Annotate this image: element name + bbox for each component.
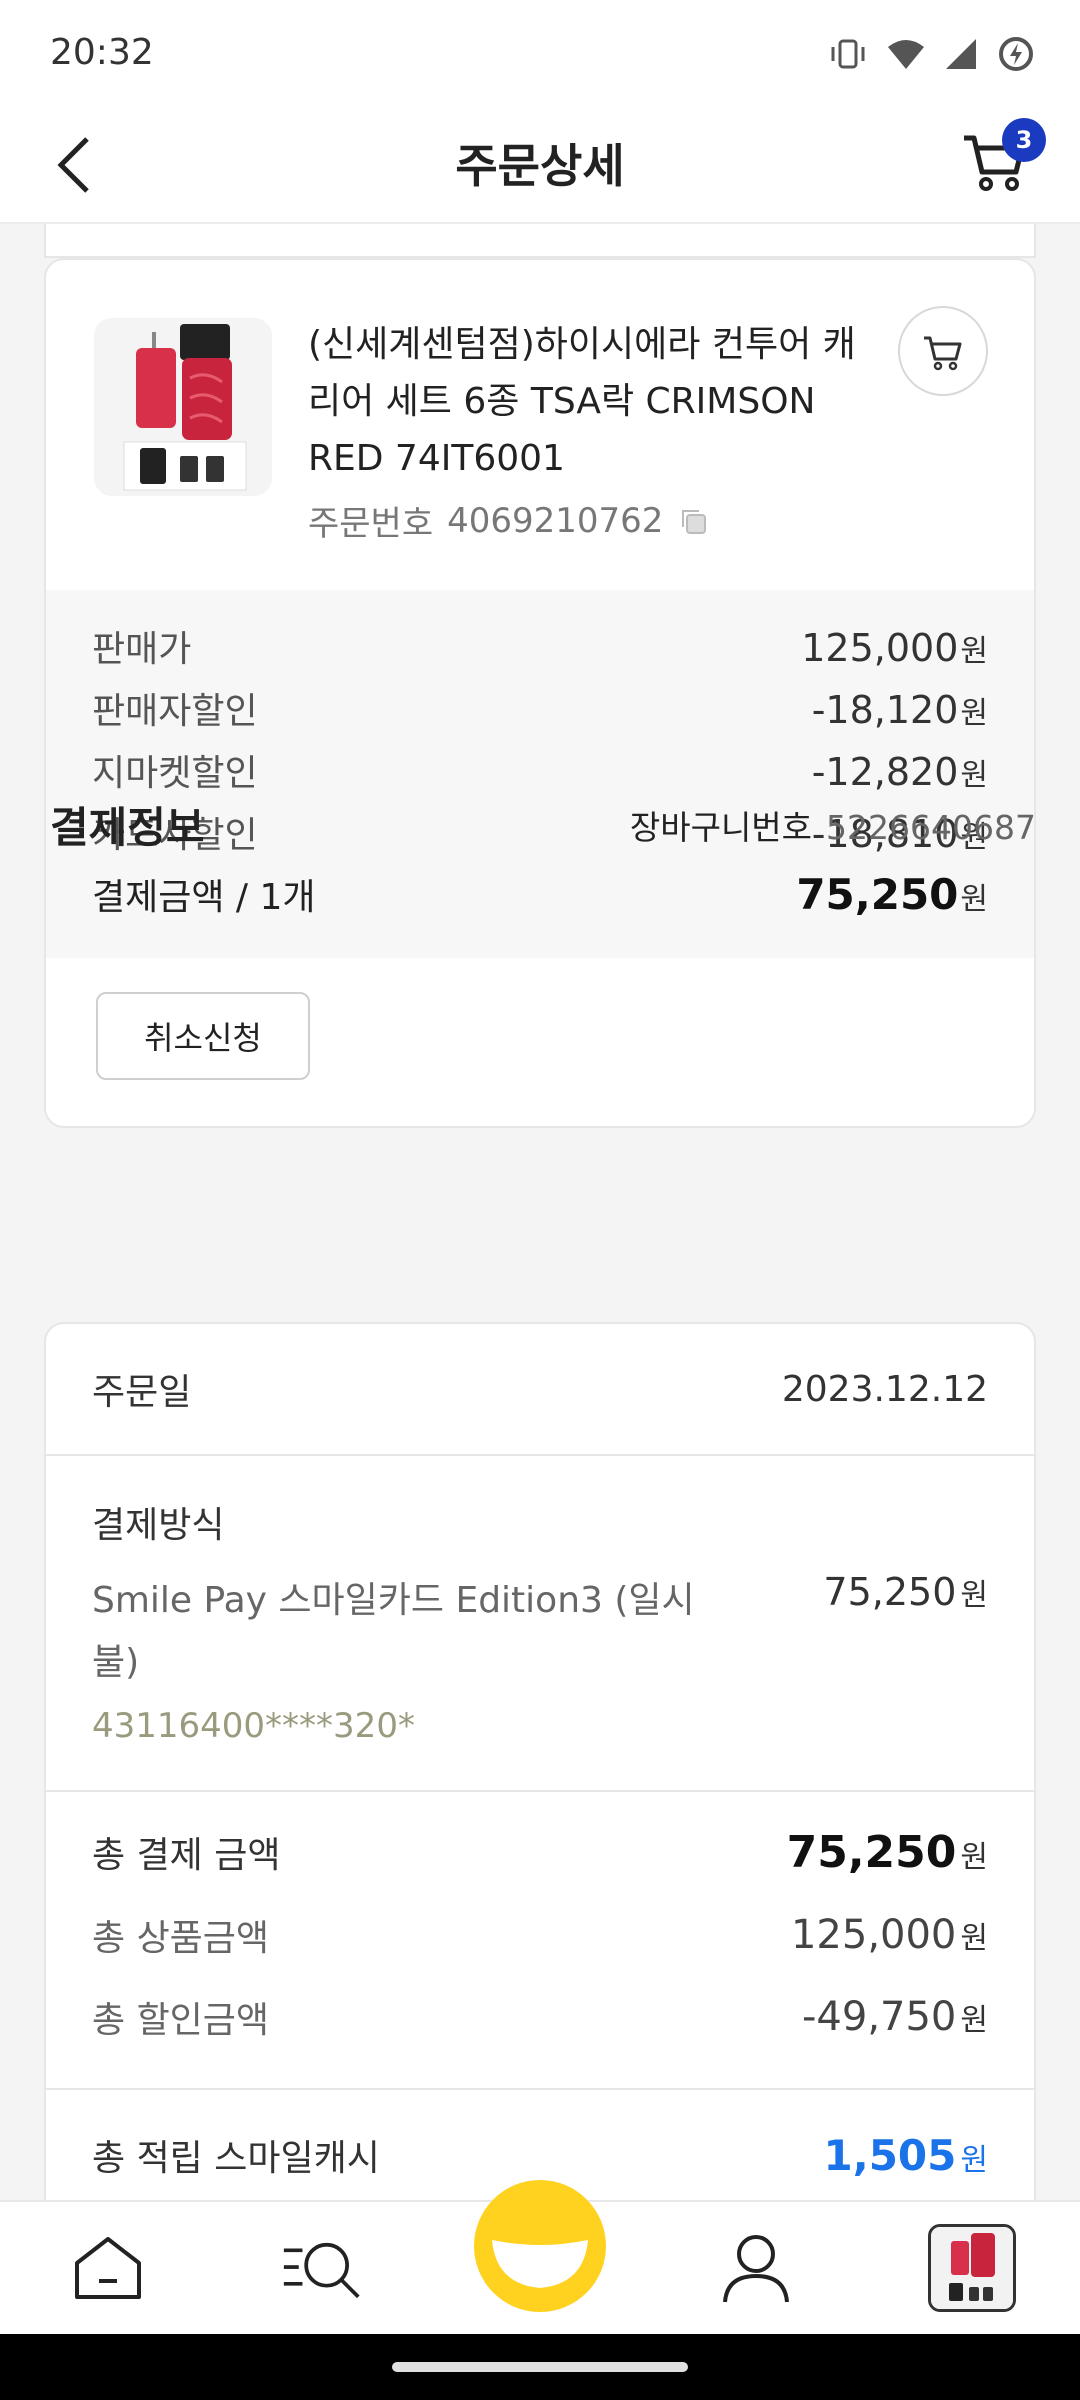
total-goods-unit: 원	[960, 1921, 988, 1956]
total-goods-row: 총 상품금액 125,000 원	[46, 1894, 1034, 1976]
total-pay-label: 총 결제 금액	[92, 1835, 281, 1876]
total-label: 결제금액 / 1개	[92, 877, 316, 918]
luggage-image	[94, 318, 272, 496]
order-number-value: 4069210762	[447, 500, 664, 541]
basket-number: 장바구니번호 5226640687	[630, 801, 1036, 849]
total-discount-row: 총 할인금액 -49,750 원	[46, 1976, 1034, 2058]
vibrate-icon	[831, 39, 865, 69]
price-label: 판매자할인	[92, 691, 258, 732]
cart-icon	[924, 336, 962, 371]
app-header: 주문상세 3	[0, 108, 1080, 224]
status-bar: 20:32	[0, 0, 1080, 108]
smile-home-button[interactable]	[474, 2180, 606, 2312]
price-value: -12,820	[811, 750, 959, 794]
smile-icon	[492, 2240, 588, 2288]
price-line: 판매자할인 -18,120원	[92, 682, 988, 744]
total-discount-value: -49,750	[801, 1994, 957, 2040]
signal-icon	[946, 39, 976, 69]
order-date-value: 2023.12.12	[781, 1368, 988, 1410]
home-gesture-handle[interactable]	[392, 2362, 688, 2372]
total-pay-unit: 원	[960, 1839, 988, 1875]
method-label: 결제방식	[92, 1505, 225, 1546]
order-item-card: (신세계센텀점)하이시에라 컨투어 캐리어 세트 6종 TSA락 CRIMSON…	[44, 258, 1036, 1128]
add-to-cart-button[interactable]	[898, 306, 988, 396]
payment-method-block: 결제방식 Smile Pay 스마일카드 Edition3 (일시불) 75,2…	[46, 1456, 1034, 1790]
order-date-label: 주문일	[92, 1372, 192, 1413]
nav-category-search[interactable]	[282, 2228, 362, 2308]
product-name[interactable]: (신세계센텀점)하이시에라 컨투어 캐리어 세트 6종 TSA락 CRIMSON…	[308, 316, 868, 487]
total-discount-label: 총 할인금액	[92, 2000, 270, 2041]
totals-block: 총 결제 금액 75,250 원 총 상품금액 125,000 원 총 할인금액 -…	[46, 1792, 1034, 2058]
payment-section-header: 결제정보 장바구니번호 5226640687	[50, 794, 1036, 855]
product-thumbnail[interactable]	[94, 318, 272, 496]
nav-my-page[interactable]	[716, 2228, 796, 2308]
method-amount-unit: 원	[960, 1578, 988, 1613]
nav-home[interactable]	[68, 2228, 148, 2308]
total-goods-label: 총 상품금액	[92, 1918, 270, 1959]
method-amount: 75,250 원	[823, 1570, 988, 1614]
total-goods-value: 125,000	[790, 1912, 957, 1958]
price-label: 판매가	[92, 629, 192, 670]
method-amount-value: 75,250	[823, 1570, 957, 1614]
card-number: 43116400****320*	[92, 1706, 415, 1746]
product-row: (신세계센텀점)하이시에라 컨투어 캐리어 세트 6종 TSA락 CRIMSON…	[46, 260, 1034, 590]
order-detail-content: (신세계센텀점)하이시에라 컨투어 캐리어 세트 6종 TSA락 CRIMSON…	[0, 224, 1080, 2200]
smile-cash-value: 1,505	[823, 2130, 957, 2180]
order-number: 주문번호 4069210762	[308, 496, 709, 545]
previous-card-stub	[44, 224, 1036, 258]
category-search-icon	[283, 2242, 360, 2299]
recent-item-thumbnail[interactable]	[928, 2224, 1016, 2312]
wifi-icon	[888, 40, 924, 69]
total-unit: 원	[960, 882, 988, 917]
user-icon	[723, 2235, 789, 2303]
basket-label: 장바구니번호	[629, 807, 813, 847]
price-value: -18,120	[811, 688, 959, 732]
price-unit: 원	[960, 634, 988, 669]
price-breakdown: 판매가 125,000원 판매자할인 -18,120원 지마켓할인 -12,82…	[46, 590, 1034, 958]
cancel-request-button[interactable]: 취소신청	[96, 992, 310, 1080]
bottom-navigation	[0, 2180, 1080, 2334]
cancel-area: 취소신청	[46, 958, 1034, 1126]
total-pay-row: 총 결제 금액 75,250 원	[46, 1810, 1034, 1894]
section-title: 결제정보	[50, 803, 205, 852]
price-total-line: 결제금액 / 1개 75,250원	[92, 868, 988, 930]
cart-button[interactable]: 3	[960, 118, 1046, 204]
order-number-label: 주문번호	[308, 504, 434, 544]
price-unit: 원	[960, 696, 988, 731]
price-unit: 원	[960, 758, 988, 793]
cart-count-badge: 3	[1002, 118, 1046, 162]
copy-icon[interactable]	[677, 505, 709, 537]
total-discount-unit: 원	[960, 2003, 988, 2038]
smile-cash-unit: 원	[960, 2142, 988, 2178]
total-value: 75,250	[796, 870, 959, 919]
home-icon	[75, 2237, 141, 2299]
method-text: Smile Pay 스마일카드 Edition3 (일시불)	[92, 1580, 695, 1683]
order-date-row: 주문일 2023.12.12	[46, 1324, 1034, 1454]
price-label: 지마켓할인	[92, 753, 258, 794]
luggage-image	[931, 2227, 1013, 2309]
status-time: 20:32	[50, 32, 154, 73]
total-pay-value: 75,250	[786, 1826, 957, 1878]
system-nav-bar	[0, 2334, 1080, 2400]
basket-value: 5226640687	[826, 807, 1036, 847]
price-value: 125,000	[801, 626, 959, 670]
battery-charging-icon	[999, 37, 1033, 71]
payment-info-card: 주문일 2023.12.12 결제방식 Smile Pay 스마일카드 Edit…	[44, 1322, 1036, 2200]
smile-cash-label: 총 적립 스마일캐시	[92, 2138, 380, 2179]
page-title: 주문상세	[455, 139, 625, 193]
status-icons	[828, 34, 1036, 74]
price-line: 판매가 125,000원	[92, 620, 988, 682]
